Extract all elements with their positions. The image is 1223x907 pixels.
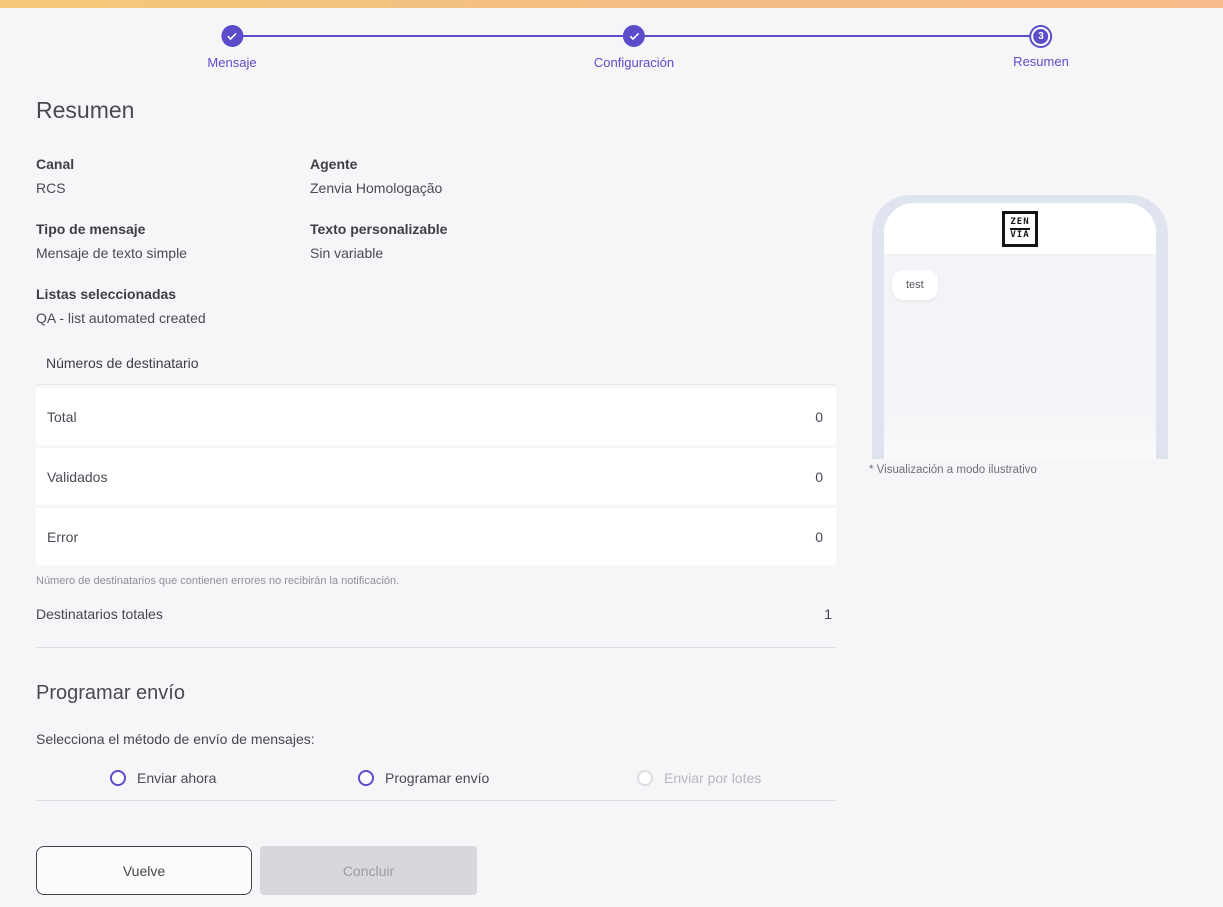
field-value: Zenvia Homologação — [310, 180, 443, 196]
row-label: Total — [47, 408, 77, 425]
section-divider — [36, 800, 836, 801]
preview-disclaimer: * Visualización a modo ilustrativo — [869, 464, 1037, 476]
step-completed-circle — [623, 25, 645, 47]
field-label: Tipo de mensaje — [36, 221, 146, 237]
table-row-validados: Validados 0 — [36, 448, 836, 505]
total-label: Destinatarios totales — [36, 606, 163, 622]
step-label: Configuración — [593, 55, 675, 70]
radio-label: Enviar ahora — [137, 770, 217, 786]
field-label: Listas seleccionadas — [36, 286, 177, 302]
radio-circle-icon — [637, 770, 653, 786]
section-divider — [36, 647, 836, 648]
page: Mensaje Configuración 3 Resumen Resumen … — [0, 0, 1223, 907]
schedule-title: Programar envío — [36, 682, 185, 704]
table-row-total: Total 0 — [36, 388, 836, 445]
step-current-circle: 3 — [1031, 27, 1051, 46]
total-recipients-row: Destinatarios totales 1 — [36, 606, 836, 622]
step-label: Mensaje — [207, 55, 257, 70]
step-completed-circle — [220, 25, 243, 47]
summary-fields: Canal RCS Agente Zenvia Homologação Tipo… — [36, 156, 836, 351]
phone-screen-header: ZEN VIA — [884, 203, 1156, 255]
send-method-options: Enviar ahora Programar envío Enviar por … — [36, 763, 836, 800]
radio-label: Programar envío — [385, 770, 490, 786]
schedule-subtitle: Selecciona el método de envío de mensaje… — [36, 731, 315, 747]
field-label: Texto personalizable — [310, 221, 448, 237]
field-agente: Agente Zenvia Homologação — [310, 156, 836, 221]
field-value: Mensaje de texto simple — [36, 245, 187, 261]
table-row-error: Error 0 — [36, 508, 836, 565]
recipients-table: Números de destinatario Total 0 Validado… — [36, 355, 836, 587]
step-configuracion[interactable]: Configuración — [594, 25, 674, 70]
phone-preview: ZEN VIA test — [872, 195, 1168, 459]
field-value: Sin variable — [310, 245, 384, 261]
field-listas-seleccionadas: Listas seleccionadas QA - list automated… — [36, 286, 310, 351]
top-gradient-bar — [0, 0, 1223, 8]
page-title: Resumen — [36, 97, 135, 123]
finish-button: Concluir — [260, 846, 477, 895]
check-icon — [227, 32, 237, 40]
field-label: Agente — [310, 156, 358, 172]
row-value: 0 — [815, 468, 823, 485]
zenvia-logo-icon: ZEN VIA — [1002, 210, 1038, 247]
row-value: 0 — [815, 408, 823, 425]
step-label: Resumen — [1013, 54, 1069, 69]
field-tipo-de-mensaje: Tipo de mensaje Mensaje de texto simple — [36, 221, 310, 286]
radio-circle-icon — [110, 770, 126, 786]
field-label: Canal — [36, 156, 75, 172]
phone-screen: ZEN VIA test — [884, 203, 1156, 459]
radio-enviar-por-lotes: Enviar por lotes — [637, 770, 761, 786]
row-label: Validados — [47, 468, 108, 485]
check-icon — [629, 32, 639, 40]
recipients-table-header: Números de destinatario — [36, 355, 836, 385]
back-button[interactable]: Vuelve — [36, 846, 252, 895]
step-resumen[interactable]: 3 Resumen — [1013, 25, 1069, 69]
radio-label: Enviar por lotes — [664, 770, 762, 786]
total-value: 1 — [824, 606, 832, 622]
step-number: 3 — [1038, 31, 1044, 42]
action-buttons: Vuelve Concluir — [36, 846, 477, 895]
message-bubble: test — [892, 270, 938, 300]
field-value: QA - list automated created — [36, 310, 206, 326]
row-value: 0 — [815, 528, 823, 545]
field-texto-personalizable: Texto personalizable Sin variable — [310, 221, 836, 286]
radio-enviar-ahora[interactable]: Enviar ahora — [110, 770, 216, 786]
error-note: Número de destinatarios que contienen er… — [36, 575, 400, 587]
row-label: Error — [47, 528, 79, 545]
field-value: RCS — [36, 180, 66, 196]
radio-programar-envio[interactable]: Programar envío — [358, 770, 489, 786]
step-mensaje[interactable]: Mensaje — [207, 25, 257, 70]
radio-circle-icon — [358, 770, 374, 786]
phone-screen-body: test — [884, 255, 1156, 459]
field-canal: Canal RCS — [36, 156, 310, 221]
